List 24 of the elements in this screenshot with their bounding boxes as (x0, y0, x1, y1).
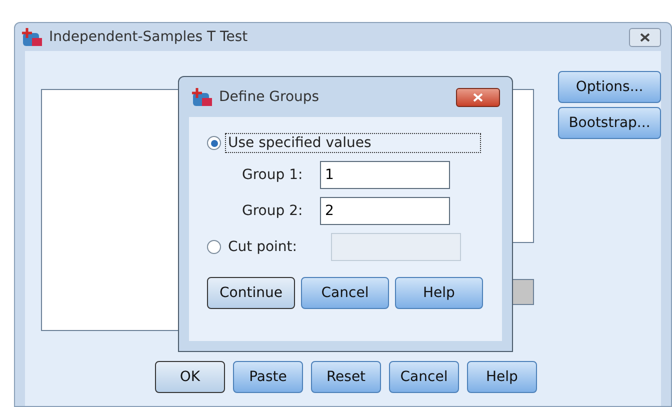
window-title: Independent-Samples T Test (49, 29, 249, 45)
dialog-button[interactable]: Reset (311, 361, 381, 393)
input-field[interactable]: 1 (320, 161, 450, 189)
app-icon (21, 27, 43, 47)
dialog-title: Define Groups (219, 89, 320, 105)
dialog-button[interactable]: Paste (233, 361, 303, 393)
dialog-button[interactable]: Help (467, 361, 537, 393)
radio-label[interactable]: Use specified values (225, 133, 481, 153)
dialog-button[interactable]: Cancel (301, 277, 389, 309)
dialog-button[interactable]: Cancel (389, 361, 459, 393)
close-icon (640, 32, 650, 42)
dialog-button[interactable]: Help (395, 277, 483, 309)
field-label: Group 1: (242, 167, 304, 183)
dialog-button[interactable]: Continue (207, 277, 295, 309)
close-button[interactable] (456, 88, 500, 106)
side-button[interactable]: Options... (558, 71, 661, 103)
close-button[interactable] (629, 28, 661, 46)
app-icon (191, 87, 213, 107)
dialog-button[interactable]: OK (155, 361, 225, 393)
close-icon (473, 92, 483, 102)
radio-button[interactable] (207, 136, 221, 150)
field-label: Group 2: (242, 203, 304, 219)
side-button[interactable]: Bootstrap... (558, 107, 661, 139)
input-field[interactable]: 2 (320, 197, 450, 225)
